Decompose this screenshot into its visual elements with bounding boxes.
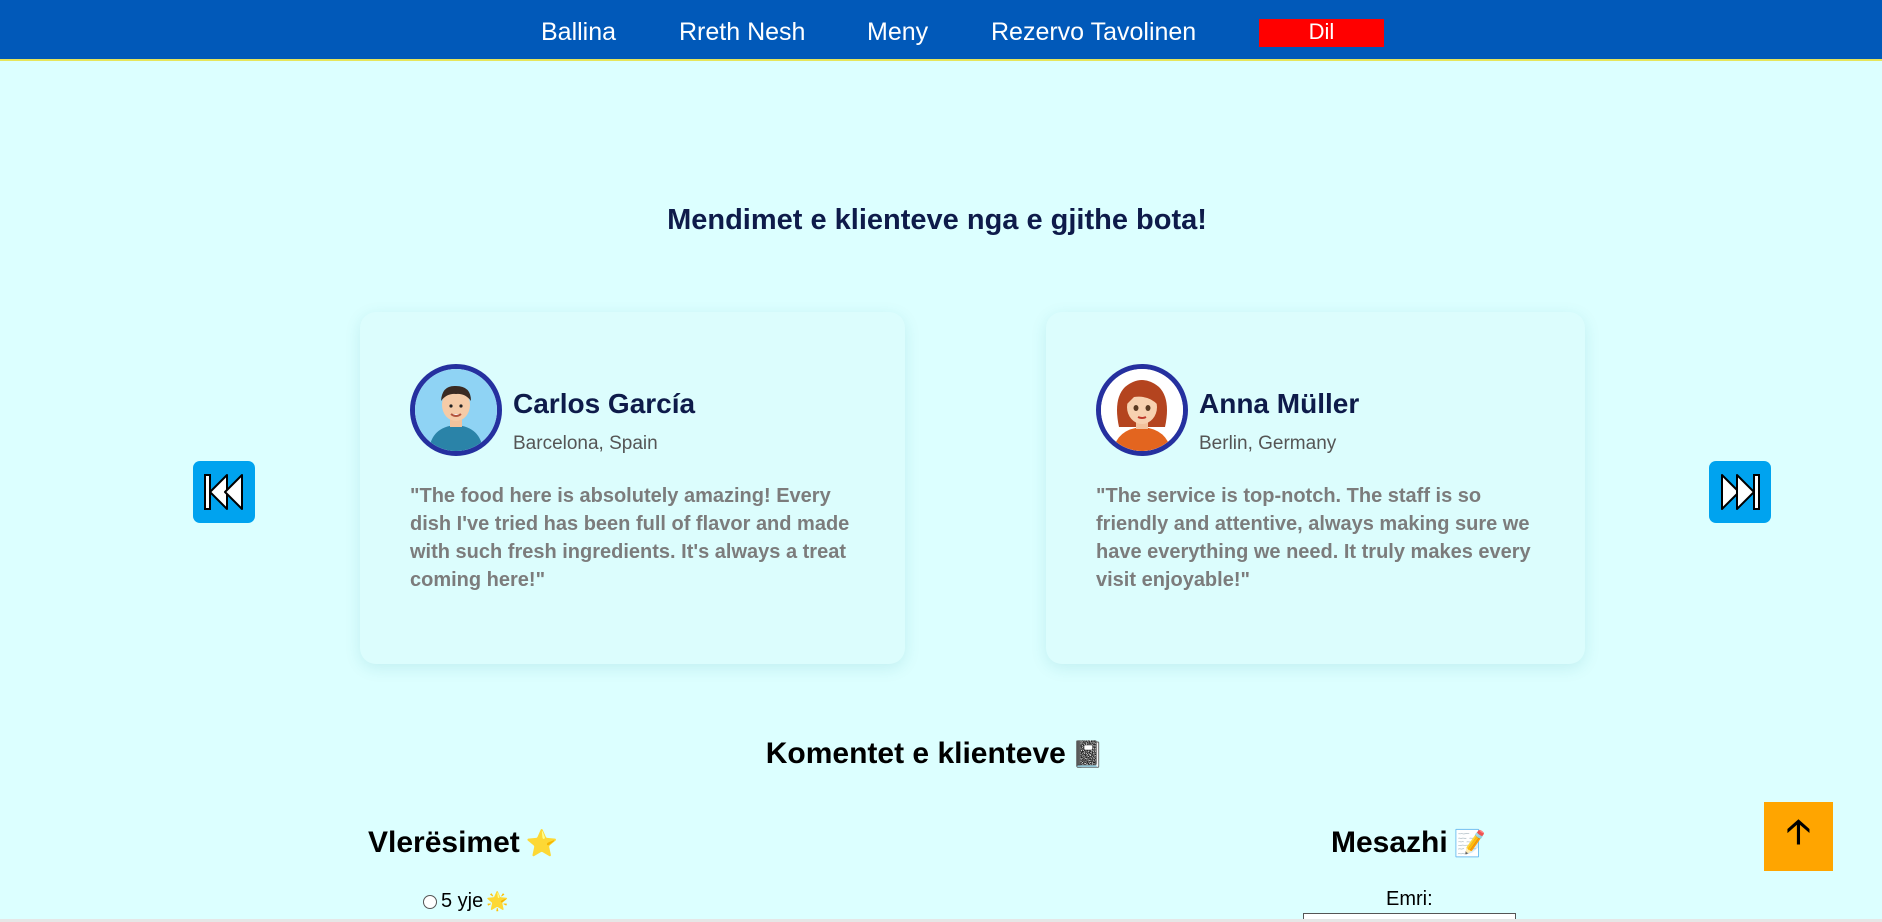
review-quote: "The service is top-notch. The staff is … (1096, 485, 1531, 591)
top-navbar: Ballina Rreth Nesh Meny Rezervo Tavoline… (0, 0, 1882, 61)
nav-link-rreth-nesh[interactable]: Rreth Nesh (679, 17, 805, 47)
review-quote: "The food here is absolutely amazing! Ev… (410, 485, 850, 591)
notebook-icon: 📓 (1071, 739, 1105, 769)
message-title: Mesazhi 📝 (1331, 826, 1486, 860)
rating-option-label: 5 yje (441, 890, 484, 912)
ratings-title: Vlerësimet ⭐ (368, 826, 558, 860)
reviewer-location: Barcelona, Spain (513, 433, 658, 454)
nav-link-ballina[interactable]: Ballina (541, 17, 616, 47)
male-avatar-icon (410, 364, 502, 456)
comments-title: Komentet e klienteve 📓 (0, 737, 1870, 771)
rating-option-5[interactable]: 5 yje 🌟 (423, 890, 509, 913)
ratings-title-text: Vlerësimet (368, 826, 520, 859)
testimonial-card: Carlos García Barcelona, Spain "The food… (360, 312, 905, 664)
prev-testimonial-button[interactable] (193, 461, 255, 523)
logout-button[interactable]: Dil (1259, 19, 1384, 47)
female-avatar-icon (1096, 364, 1188, 456)
rating-radio[interactable] (423, 894, 437, 909)
rewind-icon (204, 474, 243, 510)
message-title-text: Mesazhi (1331, 826, 1448, 859)
testimonial-card: Anna Müller Berlin, Germany "The service… (1046, 312, 1585, 664)
nav-link-rezervo-tavolinen[interactable]: Rezervo Tavolinen (991, 17, 1196, 47)
glowing-star-icon: 🌟 (486, 891, 509, 911)
arrow-up-icon: 🡡 (1786, 813, 1811, 851)
reviewer-name: Anna Müller (1199, 388, 1360, 419)
scroll-to-top-button[interactable]: 🡡 (1764, 802, 1833, 871)
next-testimonial-button[interactable] (1709, 461, 1771, 523)
reviewer-name: Carlos García (513, 388, 696, 419)
memo-icon: 📝 (1453, 828, 1487, 858)
name-label: Emri: (1386, 888, 1433, 910)
nav-link-meny[interactable]: Meny (867, 17, 928, 47)
testimonials-title: Mendimet e klienteve nga e gjithe bota! (667, 204, 1207, 236)
reviewer-location: Berlin, Germany (1199, 433, 1337, 454)
star-icon: ⭐ (525, 828, 559, 858)
comments-title-text: Komentet e klienteve (765, 737, 1066, 770)
fast-forward-icon (1721, 474, 1760, 510)
